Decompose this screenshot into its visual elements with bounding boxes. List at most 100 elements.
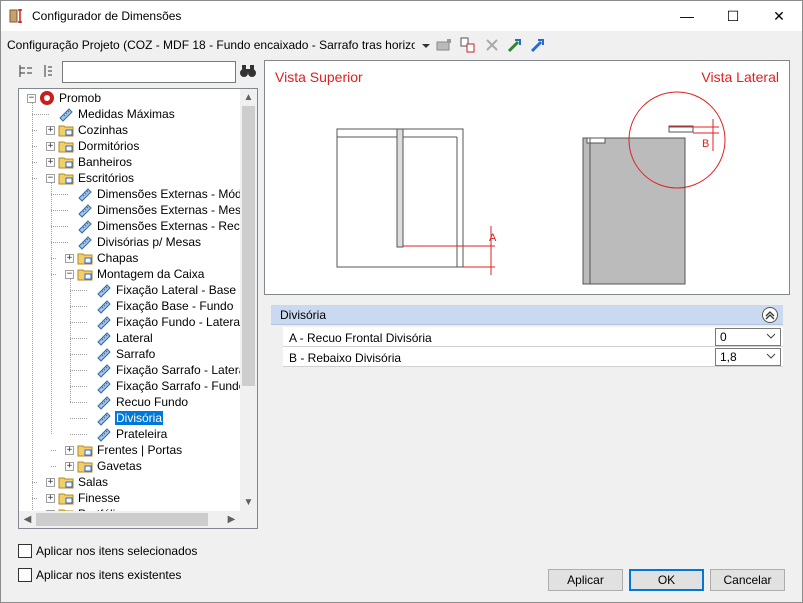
tree-item[interactable]: + Chapas bbox=[65, 250, 139, 266]
tree-item[interactable]: − Escritórios bbox=[46, 170, 135, 186]
expander-toggle[interactable]: + bbox=[46, 477, 55, 487]
configuration-selector[interactable]: Configuração Projeto (COZ - MDF 18 - Fun… bbox=[7, 38, 415, 52]
ruler-icon bbox=[97, 396, 111, 410]
scroll-right-icon[interactable]: ▶ bbox=[223, 511, 240, 528]
tree-item[interactable]: + Finesse bbox=[46, 490, 121, 506]
tree-item[interactable]: + Frentes | Portas bbox=[65, 442, 183, 458]
tree-item[interactable]: Dimensões Externas - Módulos bbox=[77, 186, 240, 202]
tree-item-label: Sarrafo bbox=[116, 347, 156, 361]
tree-item[interactable]: Fixação Fundo - Lateral bbox=[96, 314, 240, 330]
tree-item[interactable]: Dimensões Externas - Recepção bbox=[77, 218, 240, 234]
property-group-title: Divisória bbox=[280, 308, 327, 322]
scroll-up-icon[interactable]: ▲ bbox=[240, 89, 257, 106]
tree-item[interactable]: Recuo Fundo bbox=[96, 394, 189, 410]
property-grid-margin bbox=[271, 326, 283, 368]
ruler-icon bbox=[97, 412, 111, 426]
ruler-icon bbox=[97, 300, 111, 314]
tree-item[interactable]: Fixação Sarrafo - Fundo bbox=[96, 378, 240, 394]
tree-item-label: Dimensões Externas - Módulos bbox=[97, 187, 240, 201]
expand-tree-icon[interactable] bbox=[18, 63, 34, 79]
tree-search-input[interactable] bbox=[62, 61, 236, 83]
folder-icon bbox=[58, 125, 74, 137]
rebaixo-dropdown[interactable]: 1,8 bbox=[715, 348, 781, 366]
tree-item[interactable]: Fixação Lateral - Base bbox=[96, 282, 237, 298]
ruler-icon bbox=[97, 364, 111, 378]
folder-icon bbox=[77, 461, 93, 473]
copy-config-icon[interactable] bbox=[459, 36, 477, 54]
chevron-down-icon[interactable] bbox=[421, 41, 431, 51]
chevron-down-icon[interactable] bbox=[766, 331, 776, 341]
tree-item[interactable]: Divisórias p/ Mesas bbox=[77, 234, 202, 250]
horizontal-scroll-thumb[interactable] bbox=[36, 513, 208, 526]
tree-item[interactable]: + Cozinhas bbox=[46, 122, 129, 138]
maximize-button[interactable]: ☐ bbox=[710, 1, 756, 31]
tree-item-label: Chapas bbox=[97, 251, 139, 265]
expander-toggle[interactable]: + bbox=[65, 253, 74, 263]
tree-item-label: Finesse bbox=[78, 491, 121, 505]
binoculars-icon[interactable] bbox=[239, 63, 257, 79]
tree-item[interactable]: + Gavetas bbox=[65, 458, 143, 474]
collapse-group-icon[interactable] bbox=[762, 307, 778, 323]
app-ruler-icon bbox=[9, 9, 22, 23]
tree-guide bbox=[51, 182, 52, 434]
tree-item[interactable]: Fixação Base - Fundo bbox=[96, 298, 234, 314]
close-button[interactable]: ✕ bbox=[756, 1, 802, 31]
ok-button[interactable]: OK bbox=[629, 569, 704, 591]
tree-item[interactable]: Fixação Sarrafo - Lateral bbox=[96, 362, 240, 378]
ruler-icon bbox=[97, 428, 111, 442]
apply-existing-checkbox[interactable] bbox=[18, 568, 32, 582]
delete-config-icon[interactable] bbox=[483, 36, 501, 54]
cancel-button[interactable]: Cancelar bbox=[710, 569, 785, 591]
property-value: 0 bbox=[720, 330, 727, 344]
property-group-header[interactable]: Divisória bbox=[271, 305, 783, 325]
dimension-a-lines bbox=[403, 226, 495, 275]
tree-item-label: Cozinhas bbox=[78, 123, 129, 137]
tree-item[interactable]: − Montagem da Caixa bbox=[65, 266, 205, 282]
apply-existing-label[interactable]: Aplicar nos itens existentes bbox=[36, 568, 181, 582]
tree-item-label: Recuo Fundo bbox=[116, 395, 189, 409]
collapse-tree-icon[interactable] bbox=[40, 63, 56, 79]
apply-selected-checkbox[interactable] bbox=[18, 544, 32, 558]
scroll-down-icon[interactable]: ▼ bbox=[240, 494, 257, 511]
import-config-icon[interactable] bbox=[506, 36, 524, 54]
tree-connector bbox=[70, 322, 87, 323]
expander-toggle[interactable]: + bbox=[65, 461, 74, 471]
folder-icon bbox=[77, 253, 93, 265]
ruler-icon bbox=[97, 348, 111, 362]
edit-config-icon[interactable] bbox=[435, 36, 453, 54]
horizontal-scrollbar[interactable]: ◀ ▶ bbox=[19, 511, 240, 528]
expander-toggle[interactable]: + bbox=[65, 445, 74, 455]
minimize-button[interactable]: — bbox=[664, 1, 710, 31]
tree-item-label: Fixação Base - Fundo bbox=[116, 299, 234, 313]
tree-item[interactable]: + Salas bbox=[46, 474, 109, 490]
apply-button[interactable]: Aplicar bbox=[548, 569, 623, 591]
tree-item[interactable]: Prateleira bbox=[96, 426, 168, 442]
tree-item[interactable]: Sarrafo bbox=[96, 346, 156, 362]
vertical-scrollbar[interactable]: ▲ ▼ bbox=[240, 89, 257, 511]
expander-toggle[interactable]: + bbox=[46, 141, 55, 151]
promob-logo-icon bbox=[40, 91, 54, 105]
chevron-down-icon[interactable] bbox=[766, 351, 776, 361]
expander-toggle[interactable]: + bbox=[46, 125, 55, 135]
expander-toggle[interactable]: + bbox=[46, 157, 55, 167]
scroll-left-icon[interactable]: ◀ bbox=[19, 511, 36, 528]
recuo-frontal-dropdown[interactable]: 0 bbox=[715, 328, 781, 346]
vertical-scroll-thumb[interactable] bbox=[242, 106, 255, 386]
export-config-icon[interactable] bbox=[529, 36, 547, 54]
tree-connector bbox=[70, 290, 87, 291]
ruler-icon bbox=[97, 380, 111, 394]
expander-toggle[interactable]: + bbox=[46, 493, 55, 503]
tree-item[interactable]: − Promob bbox=[27, 90, 102, 106]
tree-item[interactable]: Dimensões Externas - Mesas bbox=[77, 202, 240, 218]
apply-selected-label[interactable]: Aplicar nos itens selecionados bbox=[36, 544, 197, 558]
dimension-tree[interactable]: − Promob Medidas Máximas + Cozinhas + Dormitór… bbox=[18, 88, 258, 529]
tree-item[interactable]: Divisória bbox=[96, 410, 164, 426]
ruler-icon bbox=[78, 204, 92, 218]
ruler-icon bbox=[78, 188, 92, 202]
tree-item[interactable]: + Banheiros bbox=[46, 154, 133, 170]
tree-item[interactable]: + Dormitórios bbox=[46, 138, 140, 154]
tree-item[interactable]: Medidas Máximas bbox=[58, 106, 176, 122]
dimension-configurator-window: Configurador de Dimensões — ☐ ✕ Configur… bbox=[0, 0, 803, 603]
tree-item[interactable]: Lateral bbox=[96, 330, 154, 346]
tree-item-label: Escritórios bbox=[78, 171, 135, 185]
